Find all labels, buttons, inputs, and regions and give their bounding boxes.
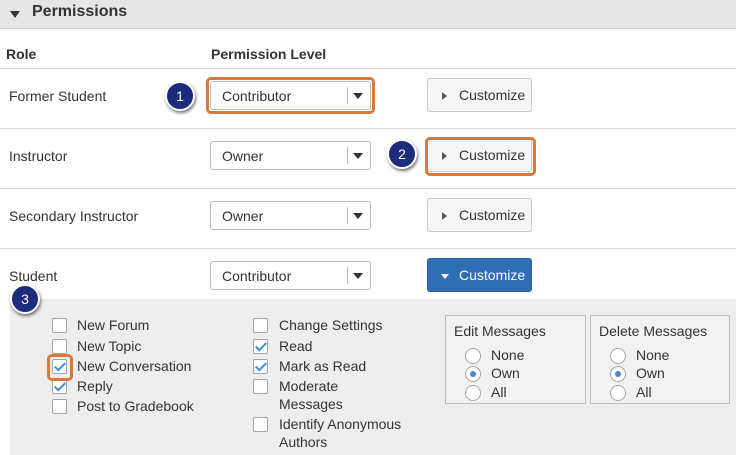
- select-divider: [347, 147, 348, 164]
- checkbox-change-settings[interactable]: [253, 318, 268, 333]
- chevron-down-icon: [353, 153, 363, 159]
- permissions-section-header[interactable]: Permissions: [0, 0, 736, 29]
- option-label: Moderate Messages: [279, 378, 343, 412]
- role-label: Former Student: [9, 88, 107, 104]
- delete-messages-radio-own[interactable]: [610, 366, 626, 382]
- chevron-down-icon: [353, 213, 363, 219]
- option-label: Read: [279, 338, 313, 354]
- radio-label: None: [636, 347, 670, 363]
- option-label: Reply: [77, 378, 113, 394]
- role-row-instructor: Instructor Owner Customize: [0, 128, 736, 188]
- option-label: New Conversation: [77, 358, 192, 374]
- step-marker-3: 3: [10, 284, 40, 314]
- role-label: Secondary Instructor: [9, 208, 139, 224]
- select-divider: [347, 207, 348, 224]
- delete-messages-radio-none[interactable]: [610, 348, 626, 364]
- option-label: New Forum: [77, 317, 150, 333]
- section-title: Permissions: [32, 3, 128, 20]
- highlight-outline-checkbox: [47, 354, 73, 381]
- permission-level-select[interactable]: Owner: [210, 141, 371, 170]
- collapse-caret-icon[interactable]: [10, 11, 20, 18]
- customize-panel: New Forum New Topic New Conversation Rep…: [10, 299, 736, 455]
- option-label: Identify Anonymous Authors: [279, 416, 402, 450]
- edit-messages-legend: Edit Messages: [454, 323, 546, 339]
- checkbox-mark-as-read[interactable]: [253, 359, 268, 374]
- checkbox-new-forum[interactable]: [52, 318, 67, 333]
- edit-messages-radio-all[interactable]: [465, 385, 481, 401]
- permission-level-column-header: Permission Level: [211, 46, 327, 62]
- step-marker-1: 1: [165, 81, 195, 111]
- radio-label: Own: [636, 365, 665, 381]
- option-label: Mark as Read: [279, 358, 367, 374]
- checkbox-read[interactable]: [253, 339, 268, 354]
- customize-button-label: Customize: [459, 207, 526, 223]
- checkbox-reply[interactable]: [52, 379, 67, 394]
- permission-level-value: Owner: [222, 148, 264, 164]
- caret-right-icon: [442, 212, 447, 220]
- delete-messages-radio-all[interactable]: [610, 385, 626, 401]
- checkbox-post-to-gradebook[interactable]: [52, 399, 67, 414]
- option-label: Change Settings: [279, 317, 383, 333]
- customize-button[interactable]: Customize: [427, 198, 532, 232]
- permission-level-select[interactable]: Owner: [210, 201, 371, 230]
- option-label: New Topic: [77, 338, 142, 354]
- customize-button[interactable]: Customize: [427, 78, 532, 112]
- role-row-secondary-instructor: Secondary Instructor Owner Customize: [0, 188, 736, 248]
- role-label: Student: [9, 268, 58, 284]
- step-marker-2: 2: [387, 139, 417, 169]
- role-column-header: Role: [6, 46, 37, 62]
- caret-down-icon: [441, 274, 449, 279]
- customize-button-label: Customize: [459, 87, 526, 103]
- caret-right-icon: [442, 92, 447, 100]
- permission-level-value: Contributor: [222, 268, 292, 284]
- checkbox-new-topic[interactable]: [52, 339, 67, 354]
- checkbox-moderate-messages[interactable]: [253, 379, 268, 394]
- checkbox-identify-anonymous-authors[interactable]: [253, 417, 268, 432]
- radio-label: Own: [491, 365, 520, 381]
- radio-label: None: [491, 347, 525, 363]
- delete-messages-group: Delete Messages None Own All: [590, 315, 730, 404]
- select-divider: [347, 267, 348, 284]
- radio-label: All: [491, 384, 507, 400]
- delete-messages-legend: Delete Messages: [599, 323, 708, 339]
- chevron-down-icon: [353, 273, 363, 279]
- permission-level-value: Owner: [222, 208, 264, 224]
- role-row-student: Student Contributor Customize: [0, 248, 736, 300]
- option-label: Post to Gradebook: [77, 398, 194, 414]
- edit-messages-group: Edit Messages None Own All: [445, 315, 586, 404]
- customize-button-active[interactable]: Customize: [427, 258, 532, 292]
- highlight-outline-customize: [425, 137, 536, 176]
- edit-messages-radio-none[interactable]: [465, 348, 481, 364]
- radio-label: All: [636, 384, 652, 400]
- edit-messages-radio-own[interactable]: [465, 366, 481, 382]
- permission-level-select[interactable]: Contributor: [210, 261, 371, 290]
- highlight-outline-select: [206, 77, 375, 114]
- customize-button-label: Customize: [459, 267, 526, 283]
- role-label: Instructor: [9, 148, 68, 164]
